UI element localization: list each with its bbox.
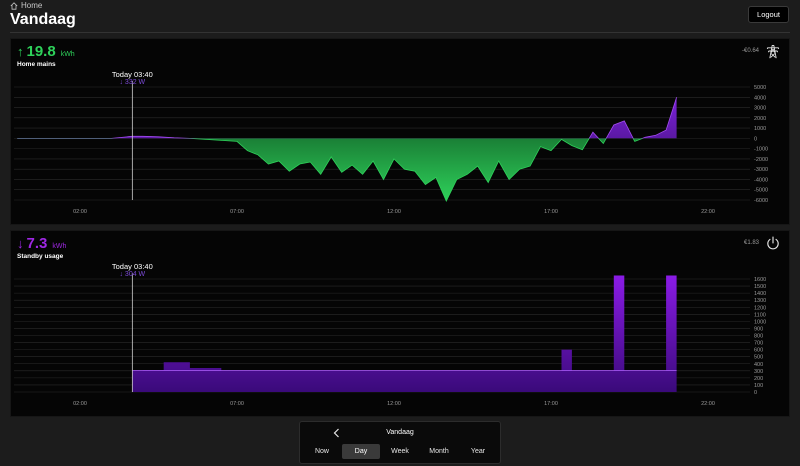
period-tab-week[interactable]: Week	[381, 444, 419, 459]
y-tick-label: 500	[754, 355, 763, 361]
period-tab-now[interactable]: Now	[303, 444, 341, 459]
export-area	[17, 138, 643, 201]
y-tick-label: -6000	[754, 198, 768, 204]
y-tick-label: 1200	[754, 305, 766, 311]
period-tab-month[interactable]: Month	[420, 444, 458, 459]
home-mains-cost: -€0.64	[741, 48, 759, 54]
period-selector: Vandaag Now Day Week Month Year	[299, 421, 501, 464]
page-title: Vandaag	[10, 11, 76, 28]
y-tick-label: 700	[754, 341, 763, 347]
x-tick-label: 12:00	[387, 209, 401, 215]
breadcrumb-home[interactable]: Home	[10, 1, 42, 10]
period-title: Vandaag	[386, 429, 414, 436]
standby-cost: €1.83	[743, 240, 759, 246]
y-tick-label: 2000	[754, 116, 766, 122]
y-tick-label: -1000	[754, 147, 768, 153]
y-tick-label: 1000	[754, 126, 766, 132]
x-tick-label: 17:00	[544, 401, 558, 407]
power-button-icon[interactable]	[765, 235, 781, 251]
cursor-time: Today 03:40	[112, 262, 153, 271]
home-mains-chart[interactable]: 5000 4000 3000 2000 1000 0 -1000 -2000 -3000 -400…	[11, 39, 791, 226]
y-tick-label: 1300	[754, 298, 766, 304]
cursor-value: ↓ 332 W	[119, 79, 145, 86]
arrow-down-icon: ↓	[17, 236, 24, 251]
x-tick-label: 02:00	[73, 401, 87, 407]
y-tick-label: 3000	[754, 106, 766, 112]
x-tick-label: 12:00	[387, 401, 401, 407]
x-tick-label: 07:00	[230, 401, 244, 407]
x-tick-label: 02:00	[73, 209, 87, 215]
arrow-up-icon: ↑	[17, 44, 24, 59]
y-tick-label: 0	[754, 390, 757, 396]
standby-usage-chart[interactable]: 1600150014001300120011001000900800700600…	[11, 231, 791, 418]
home-mains-label: Home mains	[17, 61, 56, 68]
standby-usage-card: 1600 1500 1400 1300 1200 1100 1000 900 800 700 600…	[10, 230, 790, 417]
standby-label: Standby usage	[17, 253, 64, 260]
home-icon	[10, 1, 18, 10]
period-tab-day[interactable]: Day	[342, 444, 380, 459]
y-tick-label: 4000	[754, 95, 766, 101]
x-tick-label: 17:00	[544, 209, 558, 215]
y-tick-label: 5000	[754, 85, 766, 91]
y-tick-label: 200	[754, 376, 763, 382]
home-mains-total-value: 19.8	[26, 43, 56, 60]
y-tick-label: 1400	[754, 291, 766, 297]
y-tick-label: 100	[754, 383, 763, 389]
y-tick-label: -4000	[754, 177, 768, 183]
y-tick-label: -3000	[754, 167, 768, 173]
logout-button[interactable]: Logout	[748, 6, 789, 23]
standby-total-unit: kWh	[52, 243, 67, 250]
standby-total: ↓ 7.3 kWh	[17, 235, 66, 252]
y-tick-label: 1000	[754, 319, 766, 325]
home-mains-total-unit: kWh	[60, 51, 75, 58]
y-tick-label: 1500	[754, 284, 766, 290]
period-tabs: Now Day Week Month Year	[303, 444, 497, 459]
x-tick-label: 07:00	[230, 209, 244, 215]
y-tick-label: 300	[754, 369, 763, 375]
cursor-value: ↓ 304 W	[119, 271, 145, 278]
y-tick-label: 800	[754, 334, 763, 340]
period-tab-year[interactable]: Year	[459, 444, 497, 459]
y-tick-label: -5000	[754, 188, 768, 194]
x-tick-label: 22:00	[701, 209, 715, 215]
home-mains-total: ↑ 19.8 kWh	[17, 43, 75, 60]
y-tick-label: 1100	[754, 312, 766, 318]
breadcrumb-label: Home	[21, 1, 43, 10]
y-tick-label: 900	[754, 326, 763, 332]
y-tick-label: 0	[754, 136, 757, 142]
power-pylon-icon[interactable]	[765, 43, 781, 59]
standby-total-value: 7.3	[26, 235, 48, 252]
header-divider	[10, 32, 790, 33]
y-tick-label: -2000	[754, 157, 768, 163]
home-mains-card: 5000 4000 3000 2000 1000 0 -1000 -2000 -3000 -400…	[10, 38, 790, 225]
cursor-time: Today 03:40	[112, 70, 153, 79]
y-tick-label: 400	[754, 362, 763, 368]
x-tick-label: 22:00	[701, 401, 715, 407]
y-tick-label: 600	[754, 348, 763, 354]
y-tick-label: 1600	[754, 277, 766, 283]
